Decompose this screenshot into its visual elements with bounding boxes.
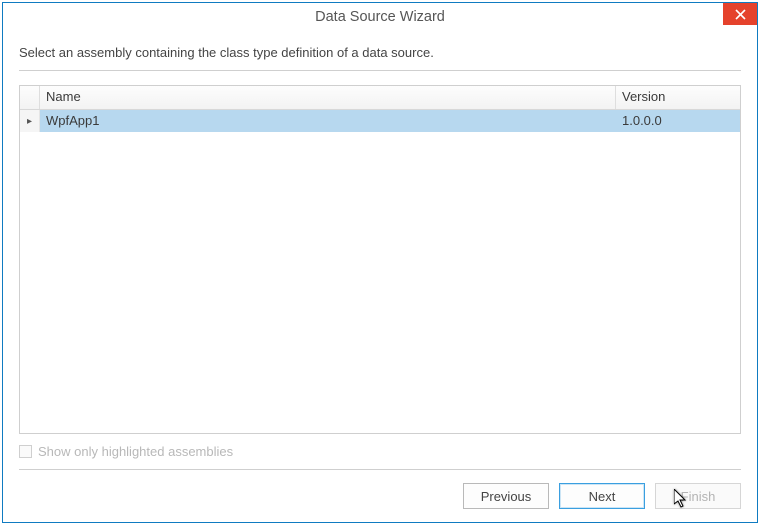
footer: Previous Next Finish — [3, 470, 757, 522]
cell-version: 1.0.0.0 — [616, 110, 740, 132]
show-highlighted-checkbox — [19, 445, 32, 458]
grid-header-indicator — [20, 86, 40, 109]
table-row[interactable]: ▸ WpfApp1 1.0.0.0 — [20, 110, 740, 132]
grid-header: Name Version — [20, 86, 740, 110]
next-button[interactable]: Next — [559, 483, 645, 509]
grid-body: ▸ WpfApp1 1.0.0.0 — [20, 110, 740, 433]
column-header-name[interactable]: Name — [40, 86, 616, 109]
titlebar: Data Source Wizard — [3, 3, 757, 31]
wizard-window: Data Source Wizard Select an assembly co… — [2, 2, 758, 523]
column-header-version[interactable]: Version — [616, 86, 740, 109]
show-highlighted-label: Show only highlighted assemblies — [38, 444, 233, 459]
close-button[interactable] — [723, 3, 757, 25]
instruction-text: Select an assembly containing the class … — [19, 31, 741, 70]
content-area: Select an assembly containing the class … — [3, 31, 757, 470]
window-title: Data Source Wizard — [315, 9, 445, 25]
assembly-grid[interactable]: Name Version ▸ WpfApp1 1.0.0.0 — [19, 85, 741, 434]
cell-name: WpfApp1 — [40, 110, 616, 132]
finish-button: Finish — [655, 483, 741, 509]
show-highlighted-option: Show only highlighted assemblies — [19, 434, 741, 465]
previous-button[interactable]: Previous — [463, 483, 549, 509]
divider — [19, 70, 741, 71]
close-icon — [735, 9, 746, 20]
row-indicator-icon: ▸ — [20, 110, 40, 132]
